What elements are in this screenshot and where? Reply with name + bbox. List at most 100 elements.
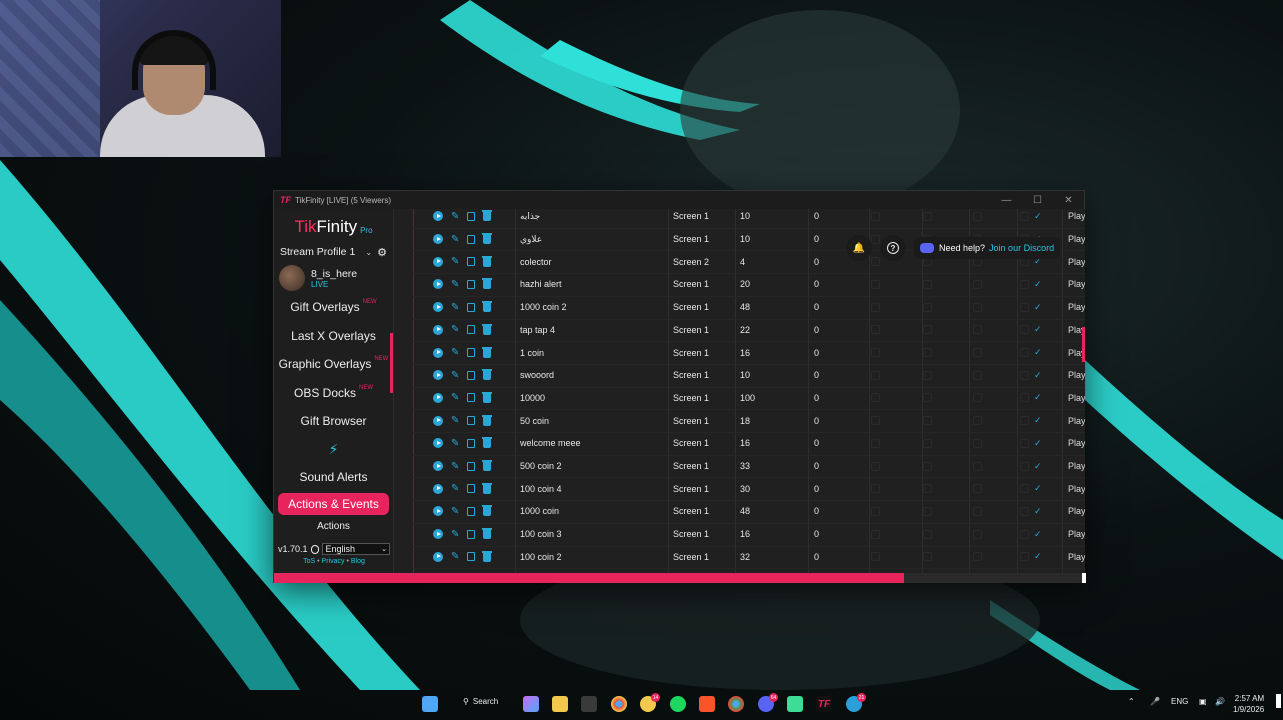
edit-icon[interactable]: ✎ (451, 551, 459, 562)
play-button[interactable]: Play (1068, 370, 1085, 380)
option-checkbox[interactable] (871, 393, 880, 403)
option-checkbox[interactable] (1020, 393, 1029, 403)
option-checkbox[interactable] (973, 348, 982, 358)
edit-icon[interactable]: ✎ (451, 415, 459, 426)
copy-icon[interactable] (467, 416, 476, 426)
option-checkbox[interactable] (1020, 302, 1029, 312)
option-checkbox[interactable] (1020, 506, 1029, 516)
start-button-icon[interactable] (422, 696, 438, 712)
edit-icon[interactable]: ✎ (451, 211, 459, 222)
option-checkbox[interactable] (923, 416, 932, 426)
sidebar-scrollbar[interactable] (390, 333, 393, 393)
sidebar-item-last-x-overlays[interactable]: Last X Overlays (274, 322, 393, 351)
gear-icon[interactable]: ⚙ (377, 246, 387, 259)
brave-icon[interactable] (699, 696, 715, 712)
option-checkbox[interactable] (923, 279, 932, 289)
delete-icon[interactable] (482, 369, 493, 381)
option-checkbox[interactable] (871, 506, 880, 516)
taskbar-clock[interactable]: 2:57 AM 1/9/2026 (1233, 693, 1264, 715)
copy-icon[interactable] (467, 393, 476, 403)
language-indicator[interactable]: ENG (1171, 697, 1188, 706)
option-checkbox[interactable] (973, 393, 982, 403)
option-checkbox[interactable] (1020, 325, 1029, 335)
play-button[interactable]: Play (1068, 506, 1085, 516)
copy-icon[interactable] (467, 348, 476, 358)
play-button[interactable]: Play (1068, 234, 1085, 244)
play-button[interactable]: Play (1068, 438, 1085, 448)
chrome-alt-icon[interactable] (728, 696, 744, 712)
minimize-button[interactable]: — (991, 191, 1022, 209)
sidebar-item-gift-overlays[interactable]: Gift Overlays NEW (274, 293, 393, 322)
stream-profile-select[interactable]: Stream Profile 1 ⌄ ⚙ (274, 241, 393, 263)
option-checkbox[interactable] (1020, 484, 1029, 494)
file-explorer-icon[interactable] (552, 696, 568, 712)
option-checkbox[interactable] (973, 438, 982, 448)
option-checkbox[interactable] (871, 370, 880, 380)
play-icon[interactable] (433, 415, 443, 426)
delete-icon[interactable] (482, 346, 493, 358)
option-checkbox[interactable] (871, 552, 880, 562)
option-checkbox[interactable] (871, 257, 880, 267)
copy-icon[interactable] (467, 370, 476, 380)
check-icon[interactable]: ✓ (1034, 279, 1042, 290)
display-icon[interactable]: ▣ (1199, 697, 1207, 706)
option-checkbox[interactable] (973, 552, 982, 562)
copy-icon[interactable] (467, 438, 476, 448)
option-checkbox[interactable] (871, 438, 880, 448)
sidebar-item-gift-browser[interactable]: Gift Browser (274, 407, 393, 436)
option-checkbox[interactable] (871, 348, 880, 358)
option-checkbox[interactable] (871, 279, 880, 289)
delete-icon[interactable] (482, 505, 493, 517)
play-icon[interactable] (433, 279, 443, 290)
show-desktop-button[interactable] (1276, 694, 1281, 708)
delete-icon[interactable] (482, 550, 493, 562)
option-checkbox[interactable] (973, 506, 982, 516)
option-checkbox[interactable] (1020, 348, 1029, 358)
option-checkbox[interactable] (973, 211, 982, 221)
edit-icon[interactable]: ✎ (451, 370, 459, 381)
copy-icon[interactable] (467, 257, 476, 267)
play-button[interactable]: Play (1068, 416, 1085, 426)
delete-icon[interactable] (482, 278, 493, 290)
sidebar-subitem-actions[interactable]: Actions (274, 517, 393, 535)
option-checkbox[interactable] (973, 279, 982, 289)
close-button[interactable]: ✕ (1053, 191, 1084, 209)
delete-icon[interactable] (482, 301, 493, 313)
play-icon[interactable] (433, 211, 443, 222)
option-checkbox[interactable] (1020, 370, 1029, 380)
app-green-icon[interactable] (787, 696, 803, 712)
check-icon[interactable]: ✓ (1034, 302, 1042, 313)
sidebar-item-obs-docks[interactable]: OBS Docks NEW (274, 379, 393, 408)
privacy-link[interactable]: Privacy (322, 558, 345, 565)
play-icon[interactable] (433, 483, 443, 494)
play-button[interactable]: Play (1068, 393, 1085, 403)
option-checkbox[interactable] (1020, 461, 1029, 471)
play-icon[interactable] (433, 234, 443, 245)
play-button[interactable]: Play (1068, 552, 1085, 562)
microphone-icon[interactable]: 🎤 (1150, 697, 1160, 706)
copy-icon[interactable] (467, 506, 476, 516)
edit-icon[interactable]: ✎ (451, 279, 459, 290)
help-button[interactable]: ? (880, 235, 906, 261)
delete-icon[interactable] (482, 233, 493, 245)
edit-icon[interactable]: ✎ (451, 392, 459, 403)
option-checkbox[interactable] (1020, 416, 1029, 426)
play-icon[interactable] (433, 302, 443, 313)
option-checkbox[interactable] (871, 234, 880, 244)
notifications-button[interactable]: 🔔 (846, 235, 872, 261)
delete-icon[interactable] (482, 323, 493, 335)
copy-icon[interactable] (467, 279, 476, 289)
delete-icon[interactable] (482, 391, 493, 403)
delete-icon[interactable] (482, 528, 493, 540)
option-checkbox[interactable] (871, 529, 880, 539)
play-icon[interactable] (433, 392, 443, 403)
option-checkbox[interactable] (1020, 438, 1029, 448)
option-checkbox[interactable] (871, 302, 880, 312)
option-checkbox[interactable] (923, 348, 932, 358)
play-icon[interactable] (433, 506, 443, 517)
play-icon[interactable] (433, 370, 443, 381)
check-icon[interactable]: ✓ (1034, 415, 1042, 426)
edit-icon[interactable]: ✎ (451, 506, 459, 517)
copy-icon[interactable] (467, 484, 476, 494)
check-icon[interactable]: ✓ (1034, 529, 1042, 540)
